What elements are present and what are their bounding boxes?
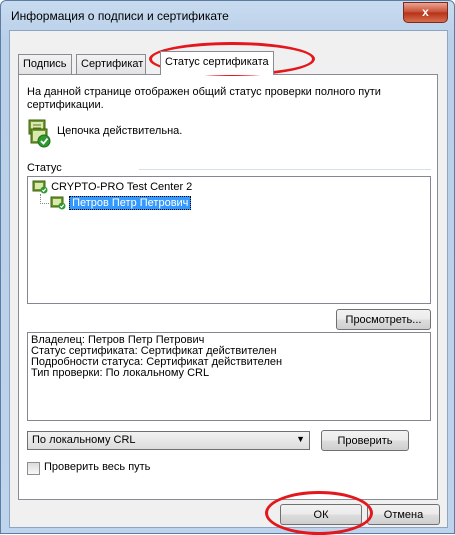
status-details-box: Владелец: Петров Петр Петрович Статус се… (27, 332, 431, 421)
ok-button[interactable]: ОК (280, 504, 362, 525)
certificate-status-panel: На данной странице отображен общий стату… (18, 74, 438, 500)
certificate-valid-icon (32, 180, 48, 194)
tab-certificate[interactable]: Сертификат (76, 54, 146, 74)
status-group-label: Статус (27, 162, 62, 174)
tree-connector (40, 194, 49, 204)
dialog-window: Информация о подписи и сертификате x Под… (0, 0, 455, 534)
tree-node-leaf[interactable]: Петров Петр Петрович (50, 195, 192, 210)
tab-certificate-status[interactable]: Статус сертификата (160, 51, 274, 75)
cancel-button[interactable]: Отмена (367, 504, 440, 525)
title-bar: Информация о подписи и сертификате x (1, 1, 454, 31)
close-icon: x (422, 5, 429, 19)
details-check-type: Тип проверки: По локальному CRL (31, 367, 210, 379)
check-button[interactable]: Проверить (321, 430, 409, 451)
check-mode-select[interactable]: По локальному CRL ▼ (27, 431, 310, 450)
dialog-client-area: Подпись Сертификат Статус сертификата На… (9, 30, 448, 528)
checkbox-icon[interactable] (27, 462, 40, 475)
certificate-chain-valid-icon (28, 119, 51, 148)
tree-node-root-label: CRYPTO-PRO Test Center 2 (51, 180, 193, 193)
certificate-valid-icon (50, 196, 66, 210)
tree-node-leaf-label: Петров Петр Петрович (69, 195, 192, 210)
certificate-chain-tree[interactable]: CRYPTO-PRO Test Center 2 Петров Петр Пет… (27, 176, 431, 304)
close-button[interactable]: x (403, 2, 448, 23)
check-mode-value: По локальному CRL (32, 434, 136, 446)
status-description: На данной странице отображен общий стату… (27, 86, 381, 111)
tab-signature[interactable]: Подпись (18, 54, 72, 74)
view-certificate-button[interactable]: Просмотреть... (336, 309, 431, 330)
tree-node-root[interactable]: CRYPTO-PRO Test Center 2 (32, 180, 192, 194)
window-title: Информация о подписи и сертификате (11, 9, 229, 23)
dropdown-arrow-icon: ▼ (296, 434, 305, 444)
status-group-divider (139, 169, 431, 170)
chain-status-text: Цепочка действительна. (57, 125, 183, 137)
full-path-checkbox-label: Проверить весь путь (44, 461, 151, 473)
